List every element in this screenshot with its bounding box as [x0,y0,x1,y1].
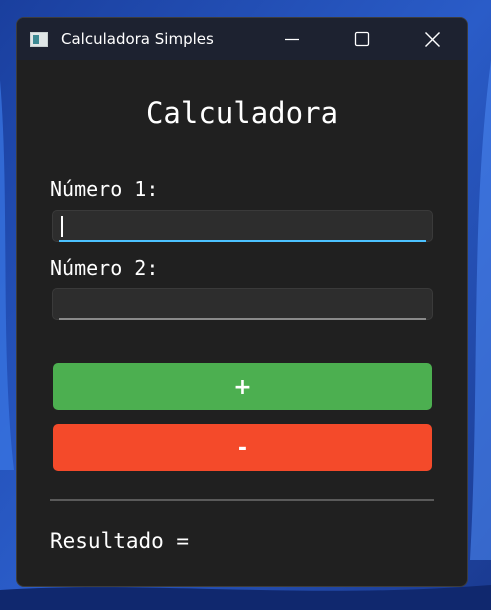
window-title: Calculadora Simples [61,30,214,48]
result-label: Resultado = [50,529,190,553]
divider [50,499,434,501]
number2-field[interactable] [52,288,433,320]
minimize-button[interactable] [269,18,315,60]
field-underline [59,318,426,320]
maximize-button[interactable] [339,18,385,60]
number2-label: Número 2: [50,256,159,280]
calculator-window: Calculadora Simples Calculadora Número 1… [16,17,468,587]
subtract-button[interactable]: - [53,424,432,471]
close-icon [425,32,440,47]
number1-label: Número 1: [50,177,159,201]
number2-input[interactable] [53,289,432,319]
add-button[interactable]: + [53,363,432,410]
minimize-icon [285,38,299,41]
text-caret [61,216,63,237]
number1-field[interactable] [52,210,433,242]
focus-underline [59,240,426,242]
page-title: Calculadora [145,96,339,130]
maximize-icon [354,31,370,47]
calculator-app-icon [30,32,48,47]
close-button[interactable] [409,18,455,60]
number1-input[interactable] [53,211,432,241]
title-bar[interactable]: Calculadora Simples [17,18,467,60]
